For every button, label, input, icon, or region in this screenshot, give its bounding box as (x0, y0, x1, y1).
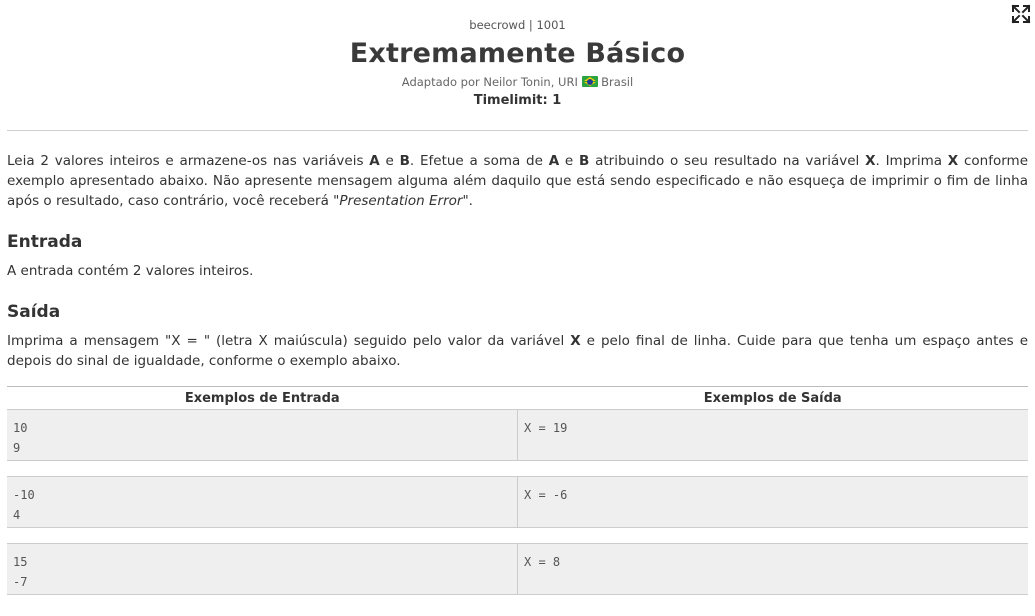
desc-text: atribuindo o seu resultado na variável (589, 153, 866, 169)
output-description: Imprima a mensagem "X = " (letra X maiús… (7, 331, 1028, 371)
var-b: B (399, 153, 410, 169)
input-heading: Entrada (7, 232, 83, 252)
brazil-flag-icon (581, 76, 598, 87)
timelimit: Timelimit: 1 (473, 93, 562, 108)
author-line: Adaptado por Neilor Tonin, URI Brasil (0, 74, 1035, 91)
output-heading: Saída (7, 302, 61, 322)
table-row: 10 9 X = 19 (7, 409, 1028, 461)
desc-text: ". (462, 193, 473, 209)
problem-body: Leia 2 valores inteiros e armazene-os na… (0, 151, 1035, 371)
examples-output-header: Exemplos de Saída (517, 386, 1028, 410)
input-line: 10 (13, 421, 28, 435)
var-a: A (548, 153, 560, 169)
var-a: A (369, 153, 380, 169)
example-input: -10 4 (7, 476, 518, 528)
desc-text: . Efetue a soma de (409, 153, 549, 169)
input-line: -7 (13, 575, 28, 589)
table-row: 15 -7 X = 8 (7, 543, 1028, 595)
page-title: Extremamente Básico (349, 38, 686, 69)
var-x: X (947, 153, 959, 169)
breadcrumb: beecrowd | 1001 (469, 18, 566, 32)
expand-icon[interactable] (1011, 4, 1031, 24)
example-output: X = -6 (517, 476, 1028, 528)
table-row: -10 4 X = -6 (7, 476, 1028, 528)
var-x: X (570, 333, 581, 349)
desc-text: Leia 2 valores inteiros e armazene-os na… (7, 153, 370, 169)
input-line: 4 (13, 508, 21, 522)
output-line: X = 19 (524, 421, 568, 435)
example-output: X = 8 (517, 543, 1028, 595)
input-line: 15 (13, 555, 28, 569)
input-description: A entrada contém 2 valores inteiros. (7, 263, 254, 279)
var-b: B (579, 153, 590, 169)
presentation-error: Presentation Error (339, 193, 463, 209)
example-output: X = 19 (517, 409, 1028, 461)
output-line: X = 8 (524, 555, 561, 569)
input-line: 9 (13, 441, 21, 455)
desc-text: e (379, 153, 400, 169)
problem-description: Leia 2 valores inteiros e armazene-os na… (7, 151, 1028, 211)
problem-header: beecrowd | 1001 Extremamente Básico Adap… (0, 0, 1035, 111)
output-line: X = -6 (524, 488, 568, 502)
example-input: 15 -7 (7, 543, 518, 595)
output-text: Imprima a mensagem "X = " (letra X maiús… (7, 333, 571, 349)
examples-table: Exemplos de Entrada Exemplos de Saída 10… (7, 386, 1028, 595)
input-line: -10 (13, 488, 35, 502)
var-x: X (865, 153, 876, 169)
examples-input-header: Exemplos de Entrada (7, 386, 518, 410)
header-divider (7, 130, 1028, 131)
example-input: 10 9 (7, 409, 518, 461)
author-text: Adaptado por Neilor Tonin, URI (401, 75, 578, 89)
desc-text: e (559, 153, 580, 169)
desc-text: . Imprima (875, 153, 948, 169)
country-name: Brasil (601, 75, 634, 89)
